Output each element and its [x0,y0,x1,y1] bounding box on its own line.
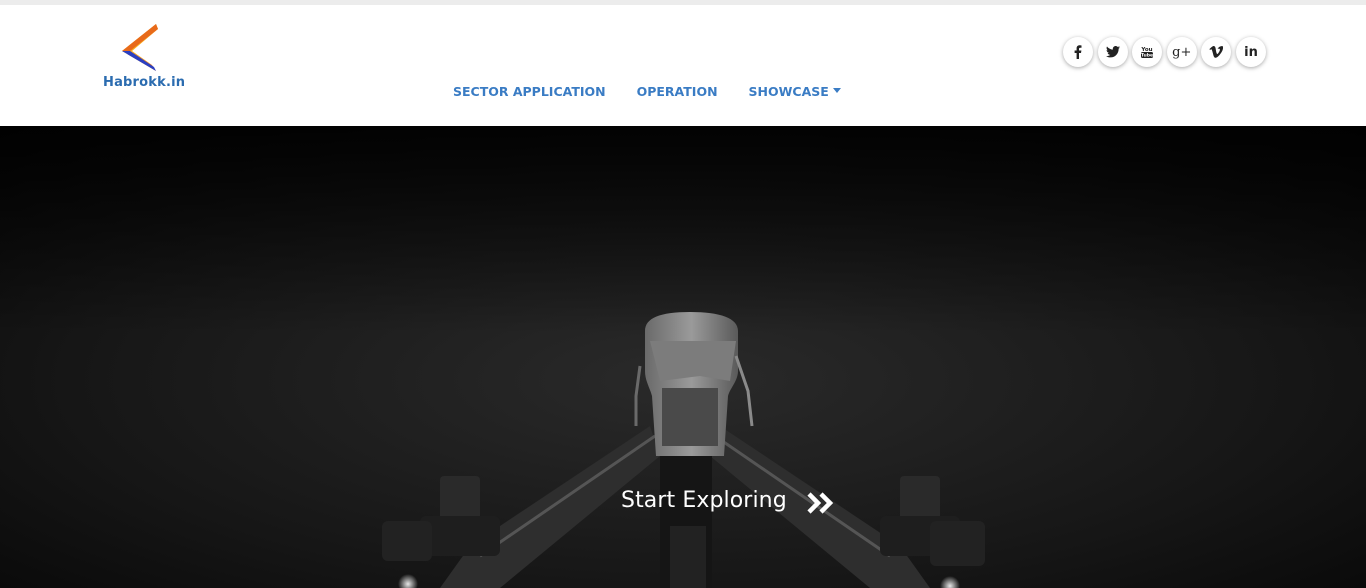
svg-text:Tube: Tube [1141,53,1153,59]
youtube-icon: YouTube [1141,47,1154,59]
facebook-button[interactable] [1063,37,1093,67]
vimeo-icon [1209,46,1224,58]
google-plus-button[interactable]: g+ [1166,37,1197,67]
facebook-icon [1074,45,1082,59]
boomerang-logo-icon [122,24,158,71]
chevron-down-icon [832,88,841,93]
drone-photo [0,126,1366,588]
start-exploring-link[interactable]: Start Exploring [621,486,835,514]
linkedin-button[interactable]: in [1235,37,1266,67]
youtube-button[interactable]: You Tube [1132,37,1163,67]
linkedin-icon: in [1244,44,1258,60]
nav-showcase-label: SHOWCASE [748,84,829,99]
vimeo-button[interactable] [1201,37,1232,67]
twitter-icon [1105,46,1120,58]
twitter-button[interactable] [1097,37,1128,67]
google-plus-icon: g+ [1172,44,1192,60]
nav-sector-application[interactable]: SECTOR APPLICATION [453,84,606,99]
main-nav: SECTOR APPLICATION OPERATION SHOWCASE [453,84,841,99]
double-chevron-right-icon [807,492,833,514]
hero-banner: Start Exploring [0,126,1366,588]
site-logo[interactable]: Habrokk.in [100,21,190,97]
social-links: You Tube g+ in [1063,37,1271,67]
nav-operation[interactable]: OPERATION [637,84,718,99]
nav-showcase[interactable]: SHOWCASE [749,84,841,99]
cta-label: Start Exploring [621,487,787,513]
logo-text: Habrokk.in [103,75,186,90]
site-header: Habrokk.in SECTOR APPLICATION OPERATION … [0,5,1366,126]
